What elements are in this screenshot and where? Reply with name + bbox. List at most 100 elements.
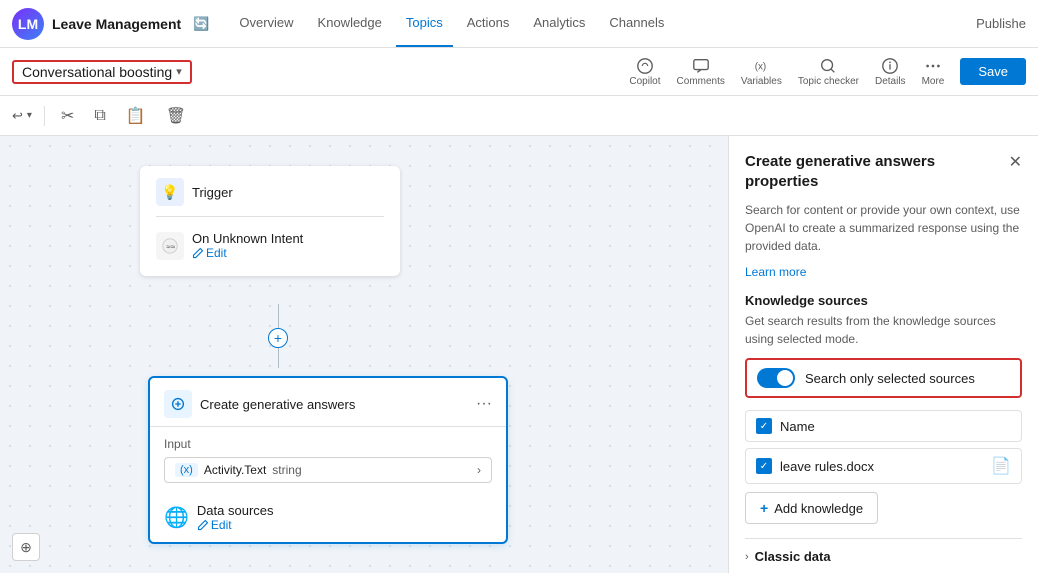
classic-data-title: Classic data — [755, 549, 831, 564]
nav-overview[interactable]: Overview — [229, 1, 303, 47]
knowledge-sources-title: Knowledge sources — [745, 293, 1022, 308]
variables-button[interactable]: (x) Variables — [741, 57, 782, 87]
variables-label: Variables — [741, 76, 782, 87]
zoom-control[interactable]: ⊕ — [12, 533, 40, 561]
data-sources-row: 🌐 Data sources Edit — [150, 493, 506, 542]
svg-text:≈≈: ≈≈ — [166, 242, 175, 251]
svg-text:(x): (x) — [755, 61, 767, 72]
data-sources-edit-link[interactable]: Edit — [197, 518, 274, 532]
unknown-intent-icon: ≈≈ — [156, 232, 184, 260]
add-knowledge-label: Add knowledge — [774, 501, 863, 516]
trigger-label: Trigger — [192, 185, 233, 200]
more-label: More — [922, 76, 945, 87]
trigger-edit-link[interactable]: Edit — [192, 246, 303, 260]
knowledge-file-row[interactable]: ✓ leave rules.docx 📄 — [745, 448, 1022, 484]
globe-icon: 🌐 — [164, 505, 189, 530]
undo-redo[interactable]: ↩ ▾ — [12, 108, 32, 124]
search-only-label: Search only selected sources — [805, 371, 975, 386]
connector: + — [268, 304, 288, 368]
search-only-toggle-row: Search only selected sources — [745, 358, 1022, 398]
nav-links: Overview Knowledge Topics Actions Analyt… — [229, 1, 674, 47]
topic-title-area: Conversational boosting ▾ — [12, 60, 192, 84]
toolbar: Conversational boosting ▾ Copilot Commen… — [0, 48, 1038, 96]
search-only-toggle[interactable] — [757, 368, 795, 388]
unknown-intent-item: ≈≈ On Unknown Intent Edit — [156, 227, 384, 264]
panel-close-button[interactable]: ✕ — [1009, 152, 1022, 172]
topic-checker-label: Topic checker — [798, 76, 859, 87]
right-panel: Create generative answers properties ✕ S… — [728, 136, 1038, 573]
comments-button[interactable]: Comments — [677, 57, 725, 87]
toggle-knob — [777, 370, 793, 386]
plus-icon: + — [760, 500, 768, 516]
divider — [44, 106, 45, 126]
name-checkbox[interactable]: ✓ — [756, 418, 772, 434]
save-button[interactable]: Save — [960, 58, 1026, 85]
topic-title-box[interactable]: Conversational boosting ▾ — [12, 60, 192, 84]
publish-label[interactable]: Publishe — [976, 16, 1026, 31]
toolbar-icon-group: Copilot Comments (x) Variables Topic che… — [629, 57, 944, 87]
nav-analytics[interactable]: Analytics — [523, 1, 595, 47]
topic-checker-button[interactable]: Topic checker — [798, 57, 859, 87]
data-sources-label: Data sources — [197, 503, 274, 518]
add-node-button[interactable]: + — [268, 328, 288, 348]
nav-channels[interactable]: Channels — [599, 1, 674, 47]
create-node-title: Create generative answers — [200, 397, 468, 412]
create-node-icon — [164, 390, 192, 418]
file-checkbox[interactable]: ✓ — [756, 458, 772, 474]
app-icon: LM — [12, 8, 44, 40]
input-type: string — [272, 463, 301, 477]
nav-knowledge[interactable]: Knowledge — [308, 1, 392, 47]
unknown-intent-label: On Unknown Intent — [192, 231, 303, 246]
create-node-body: Input (x) Activity.Text string › — [150, 427, 506, 493]
word-file-icon: 📄 — [991, 456, 1011, 476]
comments-label: Comments — [677, 76, 725, 87]
copy-icon[interactable]: ⧉ — [90, 105, 109, 127]
paste-icon[interactable]: 📋 — [122, 104, 150, 128]
add-knowledge-button[interactable]: + Add knowledge — [745, 492, 878, 524]
activity-text-pill[interactable]: (x) Activity.Text string › — [164, 457, 492, 483]
pill-arrow-icon: › — [477, 463, 481, 477]
classic-data-section: › Classic data Allow the AI to use its o… — [745, 538, 1022, 573]
connector-line-top — [278, 304, 279, 328]
name-label: Name — [780, 419, 1011, 434]
copilot-label: Copilot — [629, 76, 660, 87]
nav-actions[interactable]: Actions — [457, 1, 520, 47]
copilot-button[interactable]: Copilot — [629, 57, 660, 87]
input-section-label: Input — [164, 437, 492, 451]
details-label: Details — [875, 76, 906, 87]
create-generative-answers-node: Create generative answers ··· Input (x) … — [148, 376, 508, 544]
create-node-more[interactable]: ··· — [476, 395, 492, 413]
redo-dropdown-icon[interactable]: ▾ — [27, 110, 32, 121]
top-nav: LM Leave Management 🔄 Overview Knowledge… — [0, 0, 1038, 48]
learn-more-link[interactable]: Learn more — [745, 265, 1022, 279]
panel-description: Search for content or provide your own c… — [745, 201, 1022, 255]
delete-icon[interactable]: 🗑 — [162, 104, 190, 128]
trigger-header: 💡 Trigger — [156, 178, 384, 206]
more-button[interactable]: More — [922, 57, 945, 87]
input-tag: (x) — [175, 463, 198, 477]
app-title: Leave Management — [52, 16, 181, 32]
details-button[interactable]: Details — [875, 57, 906, 87]
node-divider — [156, 216, 384, 217]
edit-toolbar: ↩ ▾ ✂ ⧉ 📋 🗑 — [0, 96, 1038, 136]
topic-title: Conversational boosting — [22, 64, 172, 80]
panel-title: Create generative answers properties — [745, 152, 1009, 191]
connector-line-bottom — [278, 348, 279, 368]
trigger-icon: 💡 — [156, 178, 184, 206]
trigger-node: 💡 Trigger ≈≈ On Unknown Intent Edit — [140, 166, 400, 276]
input-text: Activity.Text — [204, 463, 266, 477]
classic-data-header[interactable]: › Classic data — [745, 549, 1022, 564]
knowledge-name-row[interactable]: ✓ Name — [745, 410, 1022, 442]
classic-chevron-icon: › — [745, 551, 749, 563]
main-area: 💡 Trigger ≈≈ On Unknown Intent Edit — [0, 136, 1038, 573]
panel-header: Create generative answers properties ✕ — [745, 152, 1022, 191]
cut-icon[interactable]: ✂ — [57, 104, 78, 128]
toolbar-right: Copilot Comments (x) Variables Topic che… — [629, 57, 1026, 87]
canvas[interactable]: 💡 Trigger ≈≈ On Unknown Intent Edit — [0, 136, 728, 573]
undo-icon[interactable]: ↩ — [12, 108, 23, 124]
file-label: leave rules.docx — [780, 459, 983, 474]
chevron-down-icon[interactable]: ▾ — [176, 65, 182, 78]
knowledge-sources-desc: Get search results from the knowledge so… — [745, 312, 1022, 348]
nav-topics[interactable]: Topics — [396, 1, 453, 47]
refresh-icon[interactable]: 🔄 — [193, 16, 209, 32]
